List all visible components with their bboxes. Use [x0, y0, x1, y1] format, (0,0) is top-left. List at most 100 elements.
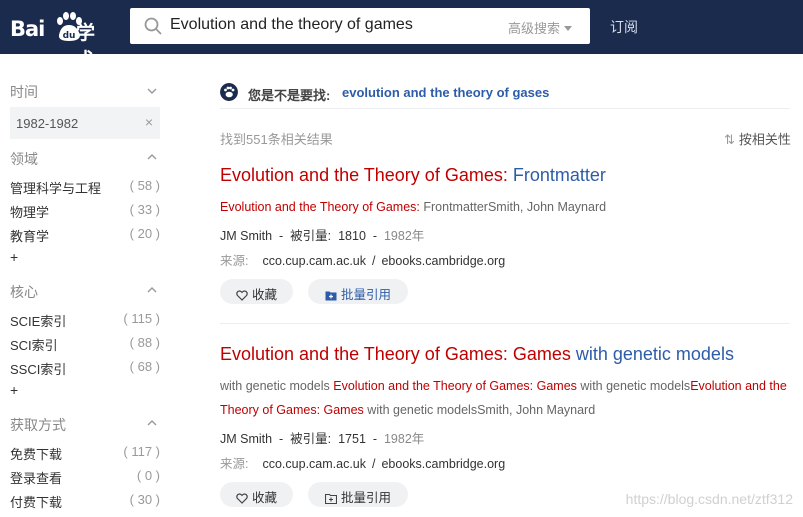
logo-text: Bai [10, 17, 45, 41]
cited-count[interactable]: 1751 [338, 432, 366, 446]
filter-item-scie[interactable]: SCIE索引 ( 115 ) [10, 311, 160, 330]
filter-item-count: ( 20 ) [129, 226, 160, 241]
filter-item-count: ( 117 ) [123, 444, 160, 459]
search-box[interactable]: Evolution and the theory of games 高级搜索 [130, 8, 590, 44]
filter-item-education[interactable]: 教育学 ( 20 ) [10, 226, 160, 245]
filter-item-label: 物理学 [10, 205, 50, 220]
result-source: 来源: cco.cup.cam.ac.uk / ebooks.cambridge.or… [220, 453, 505, 472]
result-title-rest: Frontmatter [507, 165, 606, 185]
search-input[interactable]: Evolution and the theory of games [170, 16, 413, 34]
filter-item-count: ( 68 ) [129, 359, 160, 374]
collect-label: 收藏 [251, 491, 277, 505]
source-link-2[interactable]: ebooks.cambridge.org [381, 457, 505, 471]
folder-plus-icon [325, 291, 337, 301]
collect-label: 收藏 [251, 288, 277, 302]
sort-by-relevance[interactable]: ⇅ 按相关性 [724, 129, 791, 148]
result-year: 1982年 [383, 229, 425, 243]
filter-core-title[interactable]: 核心 [10, 282, 38, 302]
source-separator: / [372, 457, 376, 471]
filter-item-label: 登录查看 [10, 471, 63, 486]
result-title-highlight: Evolution and the Theory of Games: [220, 165, 508, 185]
abstract-highlight: Evolution and the Theory of Games: Games [333, 379, 577, 393]
result-title-link[interactable]: Evolution and the Theory of Games: Front… [220, 165, 606, 186]
heart-icon [236, 290, 248, 301]
core-more-button[interactable]: + [10, 382, 18, 398]
result-source: 来源: cco.cup.cam.ac.uk / ebooks.cambridge.or… [220, 250, 505, 269]
source-label: 来源: [220, 254, 249, 268]
result-title-link[interactable]: Evolution and the Theory of Games: Games… [220, 344, 734, 365]
filter-item-label: 免费下载 [10, 447, 63, 462]
filter-item-label: SSCI索引 [10, 362, 67, 377]
chevron-up-icon[interactable] [147, 152, 157, 162]
paw-icon [220, 83, 238, 101]
filter-field-title[interactable]: 领域 [10, 149, 38, 169]
filter-item-login-view[interactable]: 登录查看 ( 0 ) [10, 468, 160, 487]
filter-item-count: ( 115 ) [123, 311, 160, 326]
batch-cite-label: 批量引用 [340, 491, 391, 505]
divider [220, 323, 790, 324]
clear-filter-icon[interactable]: × [145, 114, 153, 130]
logo-paw-text: du [63, 31, 76, 41]
abstract-text: with genetic models [220, 379, 334, 393]
cited-count[interactable]: 1810 [338, 229, 366, 243]
source-link-1[interactable]: cco.cup.cam.ac.uk [262, 254, 366, 268]
search-icon[interactable] [144, 17, 162, 35]
result-title-highlight: Evolution and the Theory of Games: Games [220, 344, 571, 364]
collect-button[interactable]: 收藏 [220, 279, 293, 304]
filter-item-physics[interactable]: 物理学 ( 33 ) [10, 202, 160, 221]
filter-item-count: ( 0 ) [136, 468, 160, 483]
batch-cite-button[interactable]: 批量引用 [308, 482, 408, 507]
source-label: 来源: [220, 457, 249, 471]
did-you-mean-label: 您是不是要找: [248, 88, 331, 103]
result-abstract: with genetic models Evolution and the Th… [220, 374, 790, 422]
abstract-text: with genetic models [576, 379, 691, 393]
batch-cite-label: 批量引用 [340, 288, 391, 302]
batch-cite-button[interactable]: 批量引用 [308, 279, 408, 304]
top-header: Bai du 学术 Evolution and the theory of ga… [0, 0, 803, 71]
result-meta: JM Smith - 被引量: 1751 - 1982年 [220, 432, 425, 446]
advanced-search-dropdown[interactable]: 高级搜索 [508, 18, 572, 37]
result-count: 找到551条相关结果 [220, 132, 333, 147]
chevron-up-icon[interactable] [147, 418, 157, 428]
source-link-1[interactable]: cco.cup.cam.ac.uk [262, 457, 366, 471]
chevron-down-icon[interactable] [147, 86, 157, 96]
filter-item-paid-download[interactable]: 付费下载 ( 30 ) [10, 492, 160, 511]
filter-item-ssci[interactable]: SSCI索引 ( 68 ) [10, 359, 160, 378]
baidu-xueshu-logo[interactable]: Bai du 学术 [8, 9, 112, 71]
filter-item-sci[interactable]: SCI索引 ( 88 ) [10, 335, 160, 354]
source-separator: / [372, 254, 376, 268]
divider [220, 108, 790, 109]
filter-sidebar: 时间 1982-1982 × 领域 管理科学与工程 ( 58 ) 物理学 ( 33 … [0, 54, 175, 517]
folder-plus-icon [324, 493, 338, 505]
result-author-link[interactable]: JM Smith [220, 229, 272, 243]
cited-label: 被引量: [290, 432, 332, 446]
filter-access-title[interactable]: 获取方式 [10, 415, 66, 435]
field-more-button[interactable]: + [10, 249, 18, 265]
result-year: 1982年 [383, 432, 425, 446]
source-link-2[interactable]: ebooks.cambridge.org [381, 254, 505, 268]
filter-item-label: 付费下载 [10, 495, 63, 510]
sort-label: 按相关性 [738, 132, 791, 147]
result-meta: JM Smith - 被引量: 1810 - 1982年 [220, 229, 425, 243]
filter-item-label: SCIE索引 [10, 314, 67, 329]
filter-item-management[interactable]: 管理科学与工程 ( 58 ) [10, 178, 160, 197]
did-you-mean-suggestion-link[interactable]: evolution and the theory of gases [342, 85, 549, 100]
abstract-highlight: Evolution and the Theory of Games: [220, 200, 420, 214]
filter-item-free-download[interactable]: 免费下载 ( 117 ) [10, 444, 160, 463]
cited-label: 被引量: [290, 229, 332, 243]
chevron-up-icon[interactable] [147, 285, 157, 295]
result-abstract: Evolution and the Theory of Games: Front… [220, 195, 790, 219]
advanced-search-label: 高级搜索 [507, 21, 560, 36]
collect-button[interactable]: 收藏 [220, 482, 293, 507]
watermark: https://blog.csdn.net/ztf312 [625, 491, 793, 507]
filter-item-count: ( 58 ) [129, 178, 160, 193]
caret-down-icon [564, 26, 572, 31]
filter-time-title[interactable]: 时间 [10, 82, 38, 102]
abstract-text: FrontmatterSmith, John Maynard [419, 200, 607, 214]
did-you-mean: 您是不是要找: evolution and the theory of gase… [220, 83, 790, 109]
result-title-rest: with genetic models [570, 344, 734, 364]
subscribe-link[interactable]: 订阅 [610, 17, 638, 37]
result-author-link[interactable]: JM Smith [220, 432, 272, 446]
time-filter-tag: 1982-1982 × [10, 107, 160, 139]
filter-item-count: ( 88 ) [129, 335, 160, 350]
